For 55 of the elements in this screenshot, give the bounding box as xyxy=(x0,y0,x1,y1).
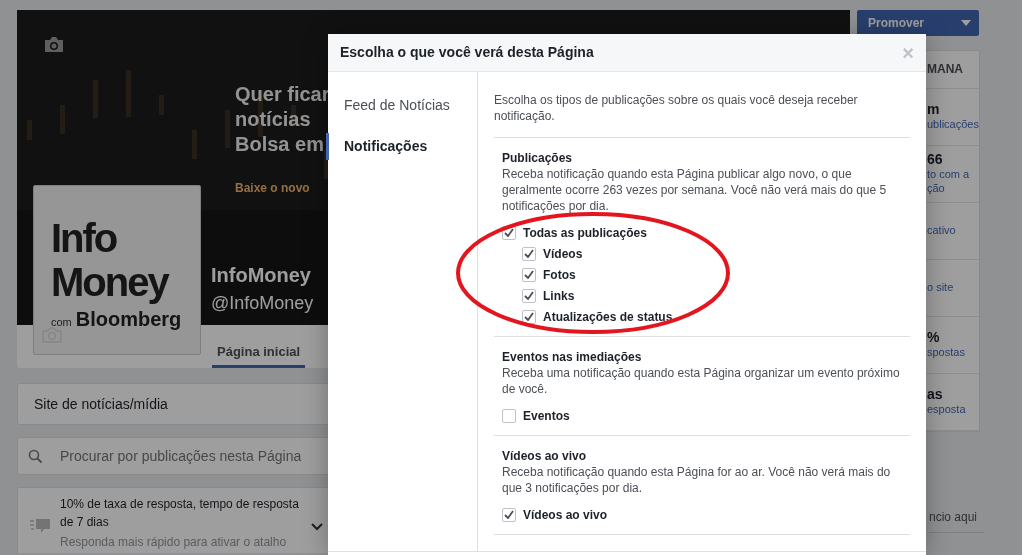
page-handle: @InfoMoney xyxy=(211,292,314,315)
checkbox-label: Links xyxy=(543,287,575,305)
stat-label[interactable]: ção xyxy=(927,181,979,195)
dialog-nav-item[interactable]: Notificações xyxy=(326,133,477,160)
stat-label[interactable]: esposta xyxy=(927,402,979,416)
checkbox-label: Vídeos ao vivo xyxy=(523,506,608,524)
promote-button[interactable]: Promover xyxy=(857,10,979,36)
stat-label[interactable]: to com a xyxy=(927,167,979,181)
search-field[interactable]: Procurar por publicações nesta Página xyxy=(17,437,330,475)
stat-value: m xyxy=(927,101,941,117)
page-name: InfoMoney xyxy=(211,263,311,288)
section-title: Vídeos ao vivo xyxy=(502,448,588,464)
checkbox[interactable] xyxy=(522,246,536,261)
checkbox[interactable] xyxy=(522,309,536,324)
ad-link[interactable]: ncio aqui xyxy=(929,508,984,533)
stat-label[interactable]: o site xyxy=(927,280,979,294)
checkbox[interactable] xyxy=(502,408,516,423)
stat-label[interactable]: ublicações xyxy=(927,117,979,131)
stat-value: 66 xyxy=(927,151,944,167)
stat-label[interactable]: spostas xyxy=(927,345,979,359)
banner-headline: notícias xyxy=(235,107,312,132)
logo-text: Bloomberg xyxy=(75,307,182,332)
category-label: Site de notícias/mídia xyxy=(34,394,168,414)
stats-header: MANA xyxy=(927,60,964,78)
section-title: Publicações xyxy=(502,150,574,166)
stat-label[interactable]: cativo xyxy=(927,223,979,237)
checkbox-label: Eventos xyxy=(523,407,570,425)
checkbox[interactable] xyxy=(502,507,516,522)
checkbox[interactable] xyxy=(522,267,536,282)
section-description: Receba notificação quando esta Página publicar algo novo, o que geralmente ocorre 263 vezes por semana. Você não verá mais do que 5 notificações por dia. xyxy=(502,166,888,214)
response-rate-text: 10% de taxa de resposta, tempo de resposta de 7 dias xyxy=(60,496,300,531)
logo-text: Info xyxy=(51,216,118,260)
banner-headline: Bolsa em xyxy=(235,132,325,157)
page-tab[interactable]: Página inicial xyxy=(212,325,306,368)
caret-icon xyxy=(961,20,971,26)
response-hint: Responda mais rápido para ativar o atalho xyxy=(60,534,288,550)
checkbox[interactable] xyxy=(522,288,536,303)
camera-icon[interactable] xyxy=(43,36,65,53)
checkbox-label: Fotos xyxy=(543,266,576,284)
intro-text: Escolha os tipos de publicações sobre os quais você deseja receber notificação. xyxy=(494,92,910,138)
logo-text: Money xyxy=(51,260,170,304)
search-icon xyxy=(28,448,43,464)
stat-value: % xyxy=(927,329,941,345)
dialog-title: Escolha o que você verá desta Página xyxy=(340,43,594,62)
section-description: Receba notificação quando esta Página for ao ar. Você não verá mais do que 3 notificações por dia. xyxy=(502,464,892,496)
checkbox-label: Atualizações de status xyxy=(543,308,673,326)
search-input[interactable]: Procurar por publicações nesta Página xyxy=(58,444,318,468)
logo-text: com xyxy=(51,315,72,330)
chat-icon xyxy=(30,519,50,533)
stat-value: as xyxy=(927,386,944,402)
section-description: Receba uma notificação quando esta Página organizar um evento próximo de você. xyxy=(502,365,901,397)
checkbox-label: Todas as publicações xyxy=(523,224,647,242)
checkbox-label: Vídeos xyxy=(543,245,583,263)
chevron-down-icon[interactable] xyxy=(311,523,323,531)
section-title: Eventos nas imediações xyxy=(502,349,643,365)
